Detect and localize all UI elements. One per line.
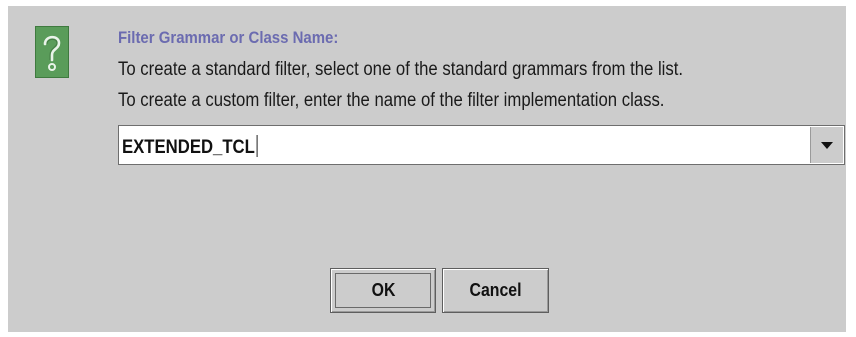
question-icon bbox=[35, 26, 69, 78]
text-caret bbox=[256, 135, 258, 157]
triangle-down-icon bbox=[821, 141, 833, 149]
filter-dialog: Filter Grammar or Class Name: To create … bbox=[8, 6, 846, 332]
grammar-combobox[interactable]: EXTENDED_TCL bbox=[118, 125, 845, 165]
dropdown-button[interactable] bbox=[810, 127, 843, 163]
grammar-input-value: EXTENDED_TCL bbox=[122, 137, 255, 158]
instruction-line-1: To create a standard filter, select one … bbox=[118, 59, 684, 80]
ok-button[interactable]: OK bbox=[330, 268, 436, 313]
ok-button-label: OK bbox=[371, 280, 395, 300]
cancel-button-label: Cancel bbox=[469, 280, 522, 300]
cancel-button[interactable]: Cancel bbox=[442, 268, 549, 313]
dialog-title: Filter Grammar or Class Name: bbox=[118, 28, 339, 47]
grammar-input[interactable]: EXTENDED_TCL bbox=[119, 126, 803, 164]
instruction-line-2: To create a custom filter, enter the nam… bbox=[118, 90, 665, 111]
